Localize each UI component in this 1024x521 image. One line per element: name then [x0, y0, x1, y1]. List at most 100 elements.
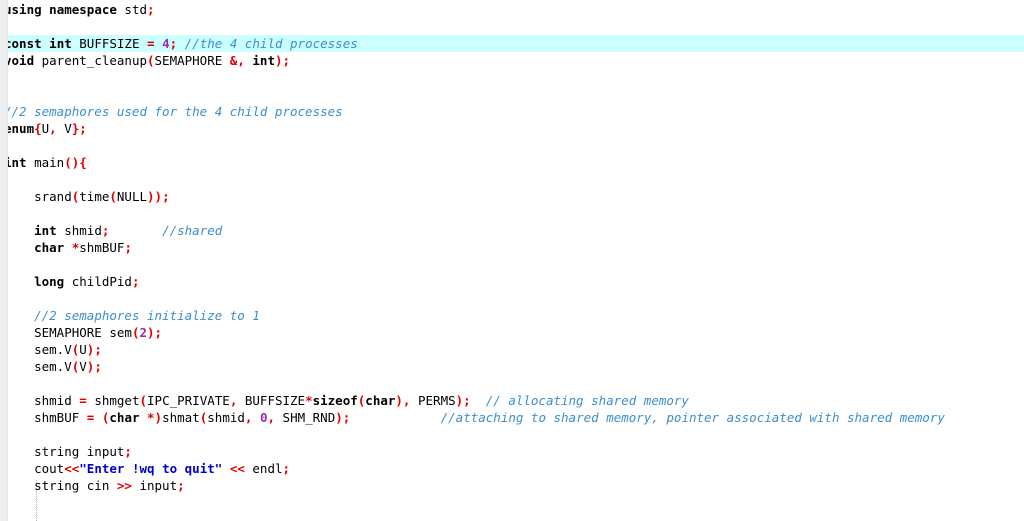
code-line[interactable]	[0, 290, 1024, 307]
token-pn: );	[86, 359, 102, 374]
token-kw: using	[4, 2, 42, 17]
code-editor[interactable]: using namespace std; const int BUFFSIZE …	[0, 0, 1024, 521]
token-id: BUFFSIZE	[237, 393, 306, 408]
token-kw: int	[34, 223, 57, 238]
token-cm: //the 4 child processes	[184, 36, 358, 51]
token-id: shmid	[56, 223, 102, 238]
token-pn: <<	[229, 461, 245, 476]
token-id	[4, 223, 34, 238]
token-pn: ;	[124, 240, 132, 255]
token-id: sem.V	[4, 359, 72, 374]
code-line[interactable]: srand(time(NULL));	[0, 188, 1024, 205]
token-id: BUFFSIZE	[71, 36, 148, 51]
code-line[interactable]: long childPid;	[0, 273, 1024, 290]
code-line[interactable]	[0, 375, 1024, 392]
token-id	[155, 36, 163, 51]
token-pn: };	[71, 121, 87, 136]
token-cm: //2 semaphores initialize to 1	[34, 308, 260, 323]
token-id	[140, 410, 148, 425]
code-line[interactable]: cout<<"Enter !wq to quit" << endl;	[0, 460, 1024, 477]
token-pn: *)	[147, 410, 163, 425]
token-id: shmget	[86, 393, 140, 408]
code-line[interactable]	[0, 69, 1024, 86]
token-id: V	[56, 121, 72, 136]
code-line[interactable]	[0, 18, 1024, 35]
code-line[interactable]	[0, 256, 1024, 273]
token-pn: >>	[116, 478, 132, 493]
token-id: string cin	[4, 478, 117, 493]
code-line[interactable]: enum{U, V};	[0, 120, 1024, 137]
token-pn: ,	[49, 121, 57, 136]
token-pn: ;	[131, 274, 140, 289]
code-line[interactable]: int main(){	[0, 154, 1024, 171]
code-line[interactable]: int shmid; //shared	[0, 222, 1024, 239]
code-area[interactable]: using namespace std; const int BUFFSIZE …	[0, 0, 1024, 494]
code-line[interactable]: shmBUF = (char *)shmat(shmid, 0, SHM_RND…	[0, 409, 1024, 426]
code-line[interactable]	[0, 137, 1024, 154]
token-pn: &,	[229, 53, 245, 68]
token-id: string input	[4, 444, 125, 459]
token-pn: ,	[267, 410, 276, 425]
token-cm: //shared	[162, 223, 223, 238]
token-kw: namespace	[49, 2, 117, 17]
token-id	[109, 223, 162, 238]
token-kw: sizeof	[312, 393, 358, 408]
token-str: "Enter !wq to quit"	[79, 461, 223, 476]
token-id	[177, 36, 185, 51]
token-kw: char	[34, 240, 65, 255]
code-line[interactable]: char *shmBUF;	[0, 239, 1024, 256]
token-id: childPid	[64, 274, 132, 289]
code-line[interactable]: sem.V(V);	[0, 358, 1024, 375]
token-id: V	[79, 359, 87, 374]
code-line[interactable]: using namespace std;	[0, 1, 1024, 18]
token-pn: );	[455, 393, 471, 408]
token-id: PERMS	[410, 393, 456, 408]
token-id: shmat	[162, 410, 200, 425]
code-line[interactable]	[0, 171, 1024, 188]
token-pn: =	[147, 36, 155, 51]
code-line[interactable]: string input;	[0, 443, 1024, 460]
token-id: U	[79, 342, 87, 357]
token-id: input	[131, 478, 178, 493]
token-kw: char	[109, 410, 140, 425]
token-pn: (){	[64, 155, 87, 170]
token-id	[350, 410, 440, 425]
token-num: 0	[259, 410, 268, 425]
token-kw: const	[4, 36, 42, 51]
token-id: shmBUF	[4, 410, 87, 425]
token-pn: =	[79, 393, 87, 408]
token-id: shmBUF	[79, 240, 125, 255]
token-id	[64, 240, 72, 255]
token-id: parent_cleanup	[34, 53, 147, 68]
code-line[interactable]: void parent_cleanup(SEMAPHORE &, int);	[0, 52, 1024, 69]
token-id: SEMAPHORE	[154, 53, 230, 68]
token-id: time	[79, 189, 110, 204]
token-num: 2	[139, 325, 147, 340]
token-pn: ;	[177, 478, 185, 493]
token-id: cout	[4, 461, 65, 476]
token-pn: ;	[282, 461, 291, 476]
token-pn: <<	[64, 461, 80, 476]
token-pn: ;	[124, 444, 132, 459]
token-id: srand	[4, 189, 72, 204]
token-id: std	[116, 2, 148, 17]
code-line[interactable]	[0, 426, 1024, 443]
token-id	[4, 308, 34, 323]
token-id: SHM_RND	[275, 410, 336, 425]
code-line[interactable]	[0, 205, 1024, 222]
code-line[interactable]	[0, 86, 1024, 103]
token-pn: );	[335, 410, 351, 425]
token-id: main	[26, 155, 65, 170]
token-id	[94, 410, 102, 425]
code-line[interactable]: sem.V(U);	[0, 341, 1024, 358]
code-line[interactable]: string cin >> input;	[0, 477, 1024, 494]
code-line[interactable]: //2 semaphores used for the 4 child proc…	[0, 103, 1024, 120]
code-line[interactable]: shmid = shmget(IPC_PRIVATE, BUFFSIZE*siz…	[0, 392, 1024, 409]
code-line[interactable]: //2 semaphores initialize to 1	[0, 307, 1024, 324]
code-line[interactable]: SEMAPHORE sem(2);	[0, 324, 1024, 341]
token-pn: *	[305, 393, 313, 408]
code-line[interactable]: const int BUFFSIZE = 4; //the 4 child pr…	[0, 35, 1024, 52]
token-id: sem.V	[4, 342, 72, 357]
token-pn: ));	[147, 189, 170, 204]
token-kw: int	[49, 36, 72, 51]
